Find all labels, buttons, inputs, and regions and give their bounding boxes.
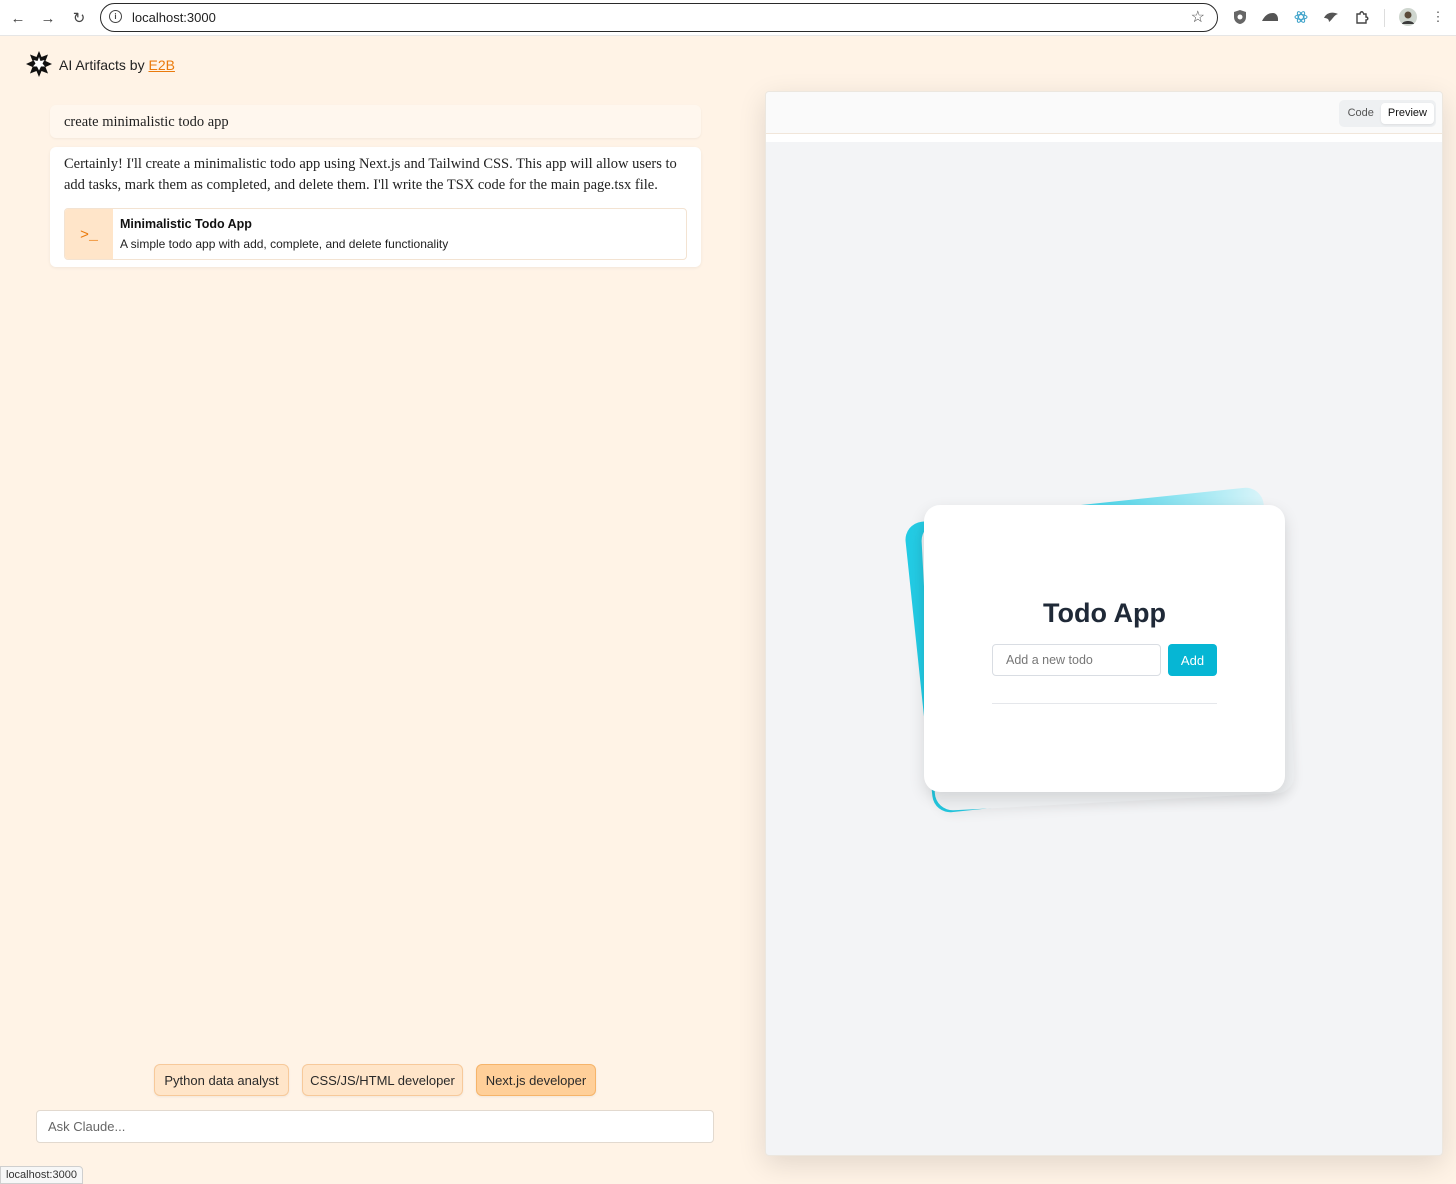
reload-icon[interactable]: ↻ (68, 7, 90, 29)
template-nextjs-developer[interactable]: Next.js developer (476, 1064, 596, 1096)
artifact-title: Minimalistic Todo App (120, 217, 252, 231)
extensions-puzzle-icon[interactable] (1353, 8, 1371, 26)
preview-panel-header: Code Preview (766, 92, 1442, 134)
toolbar-divider (1384, 9, 1385, 27)
preview-frame: Todo App Add (766, 142, 1442, 1155)
template-css-js-html-developer[interactable]: CSS/JS/HTML developer (302, 1064, 463, 1096)
site-info-icon[interactable]: i (109, 10, 122, 23)
e2b-logo-icon (26, 51, 52, 77)
todo-input[interactable] (992, 644, 1161, 676)
user-message: create minimalistic todo app (50, 105, 701, 138)
artifact-card[interactable]: >_ Minimalistic Todo App A simple todo a… (64, 208, 687, 260)
hat-extension-icon[interactable] (1261, 8, 1279, 26)
todo-add-button[interactable]: Add (1168, 644, 1217, 676)
chat-input[interactable] (36, 1110, 714, 1143)
todo-title: Todo App (1043, 598, 1166, 628)
artifact-description: A simple todo app with add, complete, an… (120, 237, 449, 251)
assistant-message-text: Certainly! I'll create a minimalistic to… (64, 156, 677, 193)
tab-code[interactable]: Code (1341, 103, 1381, 124)
e2b-link[interactable]: E2B (148, 57, 174, 73)
forward-icon[interactable]: → (37, 7, 59, 29)
todo-card: Todo App Add (924, 505, 1285, 792)
react-extension-icon[interactable] (1292, 8, 1310, 26)
brand-prefix: AI Artifacts by (59, 57, 149, 73)
todo-list-divider (992, 703, 1217, 704)
brand-title: AI Artifacts by E2B (59, 57, 175, 73)
assistant-message: Certainly! I'll create a minimalistic to… (50, 147, 701, 267)
profile-avatar[interactable] (1399, 8, 1417, 26)
bookmark-star-icon[interactable]: ☆ (1191, 7, 1205, 27)
tab-preview[interactable]: Preview (1380, 103, 1434, 124)
link-status-bar: localhost:3000 (0, 1166, 83, 1184)
preview-panel: Code Preview Todo App Add (765, 91, 1443, 1156)
shield-extension-icon[interactable] (1231, 8, 1249, 26)
back-icon[interactable]: ← (7, 7, 29, 29)
browser-toolbar: ← → ↻ i localhost:3000 ☆ ⋮ (0, 0, 1456, 36)
address-bar[interactable]: i localhost:3000 ☆ (100, 3, 1218, 32)
url-text: localhost:3000 (132, 10, 216, 25)
bird-extension-icon[interactable] (1322, 8, 1340, 26)
browser-menu-icon[interactable]: ⋮ (1429, 8, 1447, 26)
terminal-icon: >_ (65, 209, 113, 259)
view-tabs: Code Preview (1338, 100, 1436, 127)
template-python-data-analyst[interactable]: Python data analyst (154, 1064, 289, 1096)
preview-panel-strip (766, 134, 1442, 142)
